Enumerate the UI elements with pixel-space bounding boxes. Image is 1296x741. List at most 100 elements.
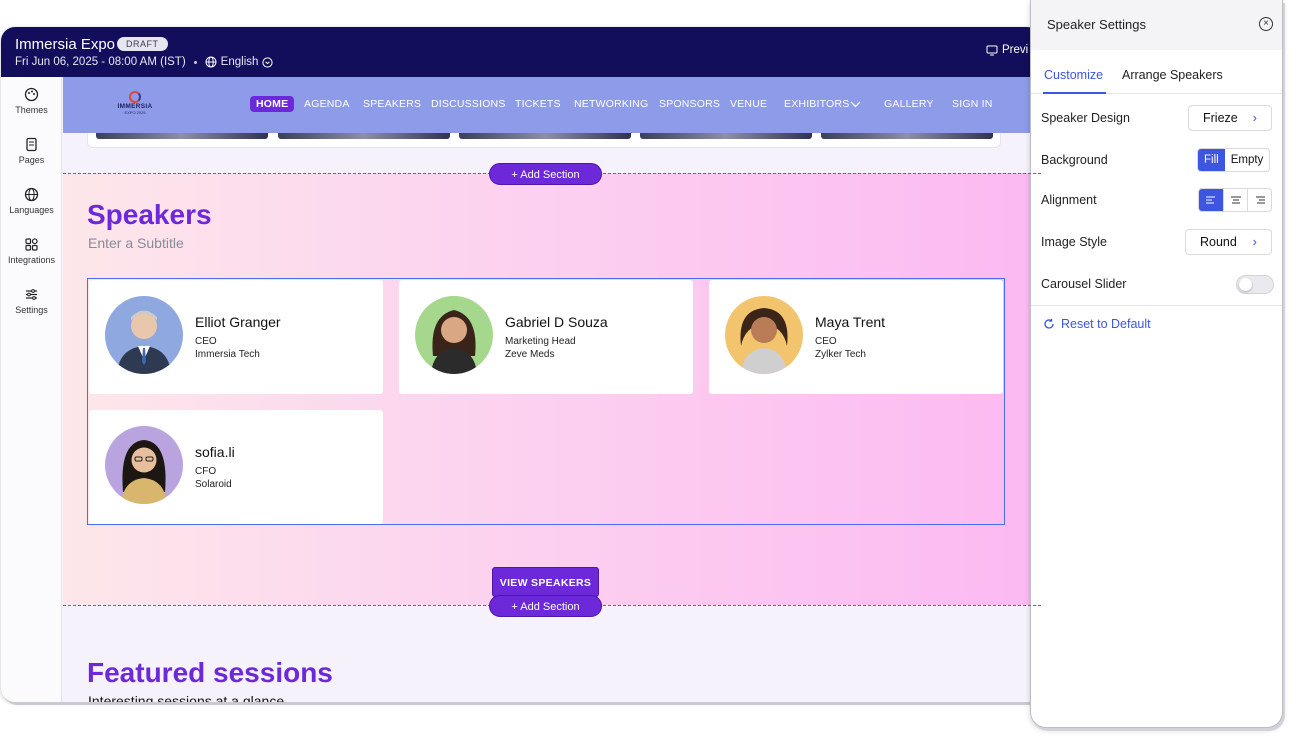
page-canvas: IMMERSIA EXPO 2025 HOME AGENDA SPEAKERS …: [63, 77, 1041, 702]
section-subtitle[interactable]: Enter a Subtitle: [88, 235, 184, 251]
background-label: Background: [1041, 153, 1108, 167]
logo-subtext: EXPO 2025: [124, 110, 146, 115]
speaker-card[interactable]: Maya Trent CEO Zylker Tech: [709, 280, 1003, 394]
globe-icon: [24, 187, 39, 202]
separator-dot: [193, 60, 197, 64]
nav-discussions[interactable]: DISCUSSIONS: [431, 98, 506, 110]
speaker-card[interactable]: Elliot Granger CEO Immersia Tech: [89, 280, 383, 394]
speaker-company: Zeve Meds: [505, 349, 555, 360]
sidebar-item-languages[interactable]: Languages: [1, 187, 62, 215]
preview-button[interactable]: Previ: [986, 44, 1028, 56]
nav-exhibitors[interactable]: EXHIBITORS: [784, 98, 849, 110]
chevron-right-icon: ›: [1252, 234, 1257, 249]
gallery-image: [96, 133, 268, 139]
align-right-icon[interactable]: [1247, 189, 1271, 211]
gallery-image: [459, 133, 631, 139]
reset-to-default-link[interactable]: Reset to Default: [1043, 317, 1151, 331]
align-left-icon[interactable]: [1199, 189, 1223, 211]
speaker-company: Solaroid: [195, 479, 232, 490]
speaker-card[interactable]: sofia.li CFO Solaroid: [89, 410, 383, 524]
app-window: Immersia Expo DRAFT Fri Jun 06, 2025 - 0…: [1, 27, 1041, 702]
integrations-icon: [25, 238, 38, 251]
add-section-button[interactable]: + Add Section: [489, 595, 602, 617]
nav-networking[interactable]: NETWORKING: [574, 98, 648, 110]
featured-subtitle[interactable]: Interesting sessions at a glance: [88, 693, 284, 702]
nav-speakers[interactable]: SPEAKERS: [363, 98, 421, 110]
preview-label: Previ: [1002, 44, 1029, 56]
speaker-settings-panel: Speaker Settings × Customize Arrange Spe…: [1030, 0, 1283, 728]
tab-arrange-speakers[interactable]: Arrange Speakers: [1122, 68, 1223, 82]
refresh-icon: [1044, 318, 1054, 329]
image-style-selector[interactable]: Round ›: [1185, 229, 1272, 255]
speaker-avatar: [105, 296, 183, 374]
toggle-knob: [1239, 278, 1252, 291]
nav-agenda[interactable]: AGENDA: [304, 98, 350, 110]
nav-home[interactable]: HOME: [250, 96, 295, 112]
person-photo-icon: [431, 310, 477, 374]
add-section-button[interactable]: + Add Section: [489, 163, 602, 185]
pages-icon: [26, 137, 37, 152]
event-title: Immersia Expo: [15, 36, 116, 53]
sidebar-item-themes[interactable]: Themes: [1, 87, 62, 115]
logo-mark: [129, 91, 141, 103]
panel-tabs: Customize Arrange Speakers: [1031, 50, 1282, 94]
sidebar-item-label: Integrations: [7, 255, 56, 265]
palette-icon: [24, 87, 39, 102]
reset-label: Reset to Default: [1061, 317, 1151, 331]
speaker-card[interactable]: Gabriel D Souza Marketing Head Zeve Meds: [399, 280, 693, 394]
nav-sponsors[interactable]: SPONSORS: [659, 98, 720, 110]
event-meta: Fri Jun 06, 2025 - 08:00 AM (IST) Englis…: [15, 56, 273, 68]
gallery-image: [821, 133, 993, 139]
background-empty-option[interactable]: Empty: [1225, 149, 1270, 171]
active-tab-indicator: [1043, 92, 1106, 94]
chevron-down-icon[interactable]: [850, 101, 861, 108]
nav-sign-in[interactable]: SIGN IN: [952, 98, 993, 110]
gallery-image: [640, 133, 812, 139]
site-logo[interactable]: IMMERSIA EXPO 2025: [115, 91, 155, 121]
sidebar-item-settings[interactable]: Settings: [1, 287, 62, 315]
speaker-avatar: [415, 296, 493, 374]
nav-gallery[interactable]: GALLERY: [884, 98, 934, 110]
section-title[interactable]: Speakers: [87, 199, 212, 231]
panel-divider: [1031, 305, 1282, 306]
carousel-slider-toggle[interactable]: [1236, 275, 1274, 294]
speaker-name: sofia.li: [195, 444, 235, 460]
speaker-name: Gabriel D Souza: [505, 314, 608, 330]
speaker-role: CEO: [815, 336, 837, 347]
sidebar-item-integrations[interactable]: Integrations: [1, 237, 62, 265]
site-navbar: IMMERSIA EXPO 2025 HOME AGENDA SPEAKERS …: [63, 77, 1041, 133]
status-badge: DRAFT: [117, 37, 168, 51]
language-selector[interactable]: English: [205, 56, 274, 68]
background-fill-option[interactable]: Fill: [1198, 149, 1225, 171]
nav-tickets[interactable]: TICKETS: [515, 98, 561, 110]
close-icon[interactable]: ×: [1259, 17, 1273, 31]
speaker-role: CEO: [195, 336, 217, 347]
left-sidebar: Themes Pages Languages Integrations Sett…: [1, 77, 62, 702]
view-speakers-button[interactable]: VIEW SPEAKERS: [492, 567, 599, 597]
speakers-grid[interactable]: Elliot Granger CEO Immersia Tech Gabriel…: [87, 278, 1005, 525]
panel-header: Speaker Settings ×: [1031, 0, 1282, 50]
chevron-down-icon: [262, 56, 273, 68]
sidebar-item-label: Themes: [15, 105, 48, 115]
nav-venue[interactable]: VENUE: [730, 98, 767, 110]
event-datetime: Fri Jun 06, 2025 - 08:00 AM (IST): [15, 56, 186, 68]
speaker-design-value: Frieze: [1203, 111, 1238, 125]
panel-title: Speaker Settings: [1047, 17, 1147, 32]
tab-customize[interactable]: Customize: [1044, 68, 1103, 82]
speakers-section[interactable]: Speakers Enter a Subtitle Elliot Granger…: [63, 173, 1041, 605]
speaker-company: Zylker Tech: [815, 349, 866, 360]
monitor-icon: [986, 45, 998, 55]
sidebar-item-pages[interactable]: Pages: [1, 137, 62, 165]
logo-text: IMMERSIA: [117, 103, 153, 110]
sidebar-item-label: Languages: [9, 205, 54, 215]
gallery-image: [278, 133, 450, 139]
featured-title[interactable]: Featured sessions: [87, 657, 333, 689]
speaker-design-selector[interactable]: Frieze ›: [1188, 105, 1272, 131]
speaker-name: Elliot Granger: [195, 314, 281, 330]
align-center-icon[interactable]: [1223, 189, 1247, 211]
carousel-slider-label: Carousel Slider: [1041, 277, 1127, 291]
speaker-avatar: [725, 296, 803, 374]
top-bar: Immersia Expo DRAFT Fri Jun 06, 2025 - 0…: [1, 27, 1041, 77]
sidebar-item-label: Pages: [18, 155, 45, 165]
speaker-avatar: [105, 426, 183, 504]
